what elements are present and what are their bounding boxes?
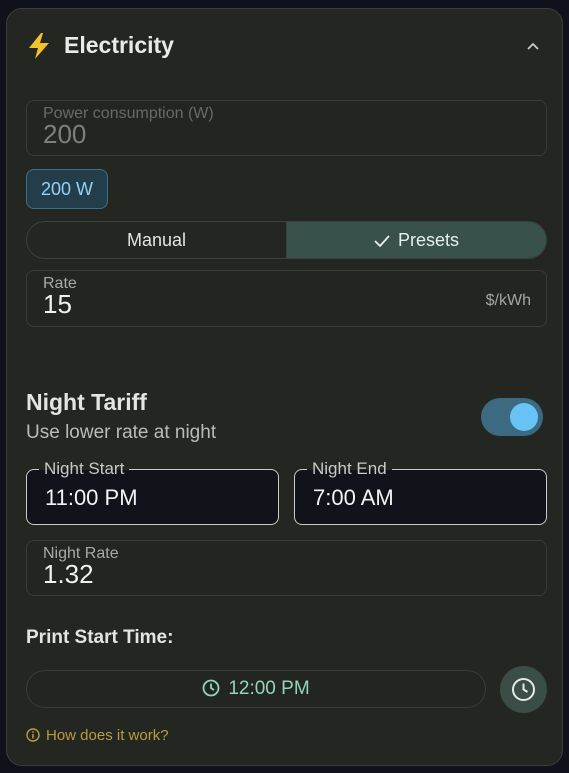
card-header[interactable]: Electricity: [27, 31, 542, 61]
print-start-time-field[interactable]: 12:00 PM: [26, 670, 486, 708]
chevron-up-icon[interactable]: [526, 39, 540, 53]
help-link-label: How does it work?: [46, 727, 169, 744]
lightning-bolt-icon: [29, 33, 49, 59]
mode-manual-label: Manual: [126, 230, 187, 250]
rate-value: 15: [43, 289, 72, 319]
print-start-label: Print Start Time:: [26, 627, 174, 648]
night-tariff-title: Night Tariff: [26, 389, 147, 415]
night-rate-field[interactable]: Night Rate 1.32: [26, 540, 547, 596]
rate-field[interactable]: Rate 15 $/kWh: [26, 270, 547, 327]
power-consumption-value: 200: [43, 119, 87, 149]
check-icon: [374, 235, 390, 247]
night-start-field[interactable]: Night Start 11:00 PM: [26, 459, 279, 525]
night-start-value: 11:00 PM: [45, 485, 138, 510]
pick-time-button[interactable]: [500, 666, 547, 713]
night-tariff-subtitle: Use lower rate at night: [26, 422, 217, 443]
night-end-field[interactable]: Night End 7:00 AM: [294, 459, 547, 525]
night-rate-value: 1.32: [43, 559, 94, 589]
mode-presets-button[interactable]: Presets: [287, 222, 546, 258]
electricity-card: Electricity Power consumption (W) 200 20…: [6, 8, 563, 766]
night-start-label: Night Start: [39, 459, 130, 479]
mode-toggle: Manual Presets: [26, 221, 547, 259]
card-title: Electricity: [64, 32, 174, 58]
night-end-label: Night End: [307, 459, 392, 479]
help-link[interactable]: How does it work?: [26, 727, 169, 744]
clock-icon: [202, 679, 220, 697]
power-preset-chip[interactable]: 200 W: [26, 169, 108, 209]
mode-presets-label: Presets: [397, 230, 460, 250]
power-consumption-field: Power consumption (W) 200: [26, 100, 547, 156]
night-tariff-toggle[interactable]: [481, 398, 543, 436]
toggle-knob: [510, 403, 538, 431]
mode-manual-button[interactable]: Manual: [27, 222, 287, 258]
clock-icon: [512, 678, 535, 701]
rate-unit: $/kWh: [485, 292, 531, 309]
info-icon: [26, 728, 40, 742]
print-start-time-value: 12:00 PM: [228, 678, 310, 699]
night-end-value: 7:00 AM: [313, 485, 394, 510]
